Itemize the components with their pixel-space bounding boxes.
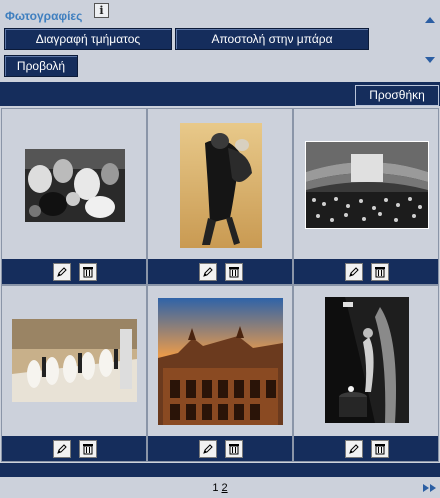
- trash-icon: [229, 267, 239, 278]
- scroll-down-icon[interactable]: [425, 57, 435, 63]
- edit-button[interactable]: [53, 263, 71, 281]
- photo-dark-doorway[interactable]: [325, 297, 409, 423]
- edit-button[interactable]: [199, 440, 217, 458]
- delete-button[interactable]: [371, 440, 389, 458]
- edit-button[interactable]: [345, 263, 363, 281]
- delete-button[interactable]: [79, 440, 97, 458]
- fast-forward-icon[interactable]: [423, 484, 437, 492]
- photo-actions: [294, 259, 438, 284]
- photo-cell[interactable]: [147, 108, 293, 285]
- current-page: 1: [212, 482, 219, 494]
- scroll-up-icon[interactable]: [425, 17, 435, 23]
- photo-dancing-couple[interactable]: [180, 123, 262, 248]
- edit-button[interactable]: [345, 440, 363, 458]
- header: Φωτογραφίες i Διαγραφή τμήματος Αποστολή…: [0, 0, 440, 82]
- footer-strip: [0, 463, 440, 477]
- photo-actions: [2, 436, 146, 461]
- delete-section-button[interactable]: Διαγραφή τμήματος: [4, 28, 172, 50]
- pencil-icon: [57, 444, 67, 454]
- trash-icon: [83, 267, 93, 278]
- trash-icon: [229, 444, 239, 455]
- trash-icon: [375, 267, 385, 278]
- pencil-icon: [349, 444, 359, 454]
- trash-icon: [375, 444, 385, 455]
- edit-button[interactable]: [53, 440, 71, 458]
- photo-grid: [0, 108, 440, 462]
- delete-button[interactable]: [79, 263, 97, 281]
- delete-button[interactable]: [225, 440, 243, 458]
- photo-opera-hall[interactable]: [305, 141, 429, 229]
- photo-cell[interactable]: [1, 108, 147, 285]
- photo-actions: [148, 259, 292, 284]
- delete-button[interactable]: [225, 263, 243, 281]
- trash-icon: [83, 444, 93, 455]
- photo-actions: [294, 436, 438, 461]
- pencil-icon: [349, 267, 359, 277]
- page-link-2[interactable]: 2: [222, 482, 228, 494]
- photo-cell[interactable]: [147, 285, 293, 462]
- photo-opera-facade[interactable]: [158, 298, 283, 425]
- pencil-icon: [203, 267, 213, 277]
- pagination: 12: [0, 478, 440, 498]
- photo-cell[interactable]: [293, 108, 439, 285]
- view-button[interactable]: Προβολή: [4, 55, 78, 77]
- toolbar: Προσθήκη: [0, 82, 440, 106]
- photo-actions: [2, 259, 146, 284]
- photo-actions: [148, 436, 292, 461]
- photo-cell[interactable]: [1, 285, 147, 462]
- send-to-bar-button[interactable]: Αποστολή στην μπάρα: [175, 28, 369, 50]
- photo-cell[interactable]: [293, 285, 439, 462]
- edit-button[interactable]: [199, 263, 217, 281]
- add-button[interactable]: Προσθήκη: [355, 85, 439, 106]
- page-title: Φωτογραφίες: [5, 9, 83, 23]
- delete-button[interactable]: [371, 263, 389, 281]
- photo-staircase-debutantes[interactable]: [12, 319, 137, 402]
- pencil-icon: [203, 444, 213, 454]
- photo-ballroom-dancers[interactable]: [25, 149, 125, 222]
- info-icon[interactable]: i: [94, 3, 109, 18]
- pencil-icon: [57, 267, 67, 277]
